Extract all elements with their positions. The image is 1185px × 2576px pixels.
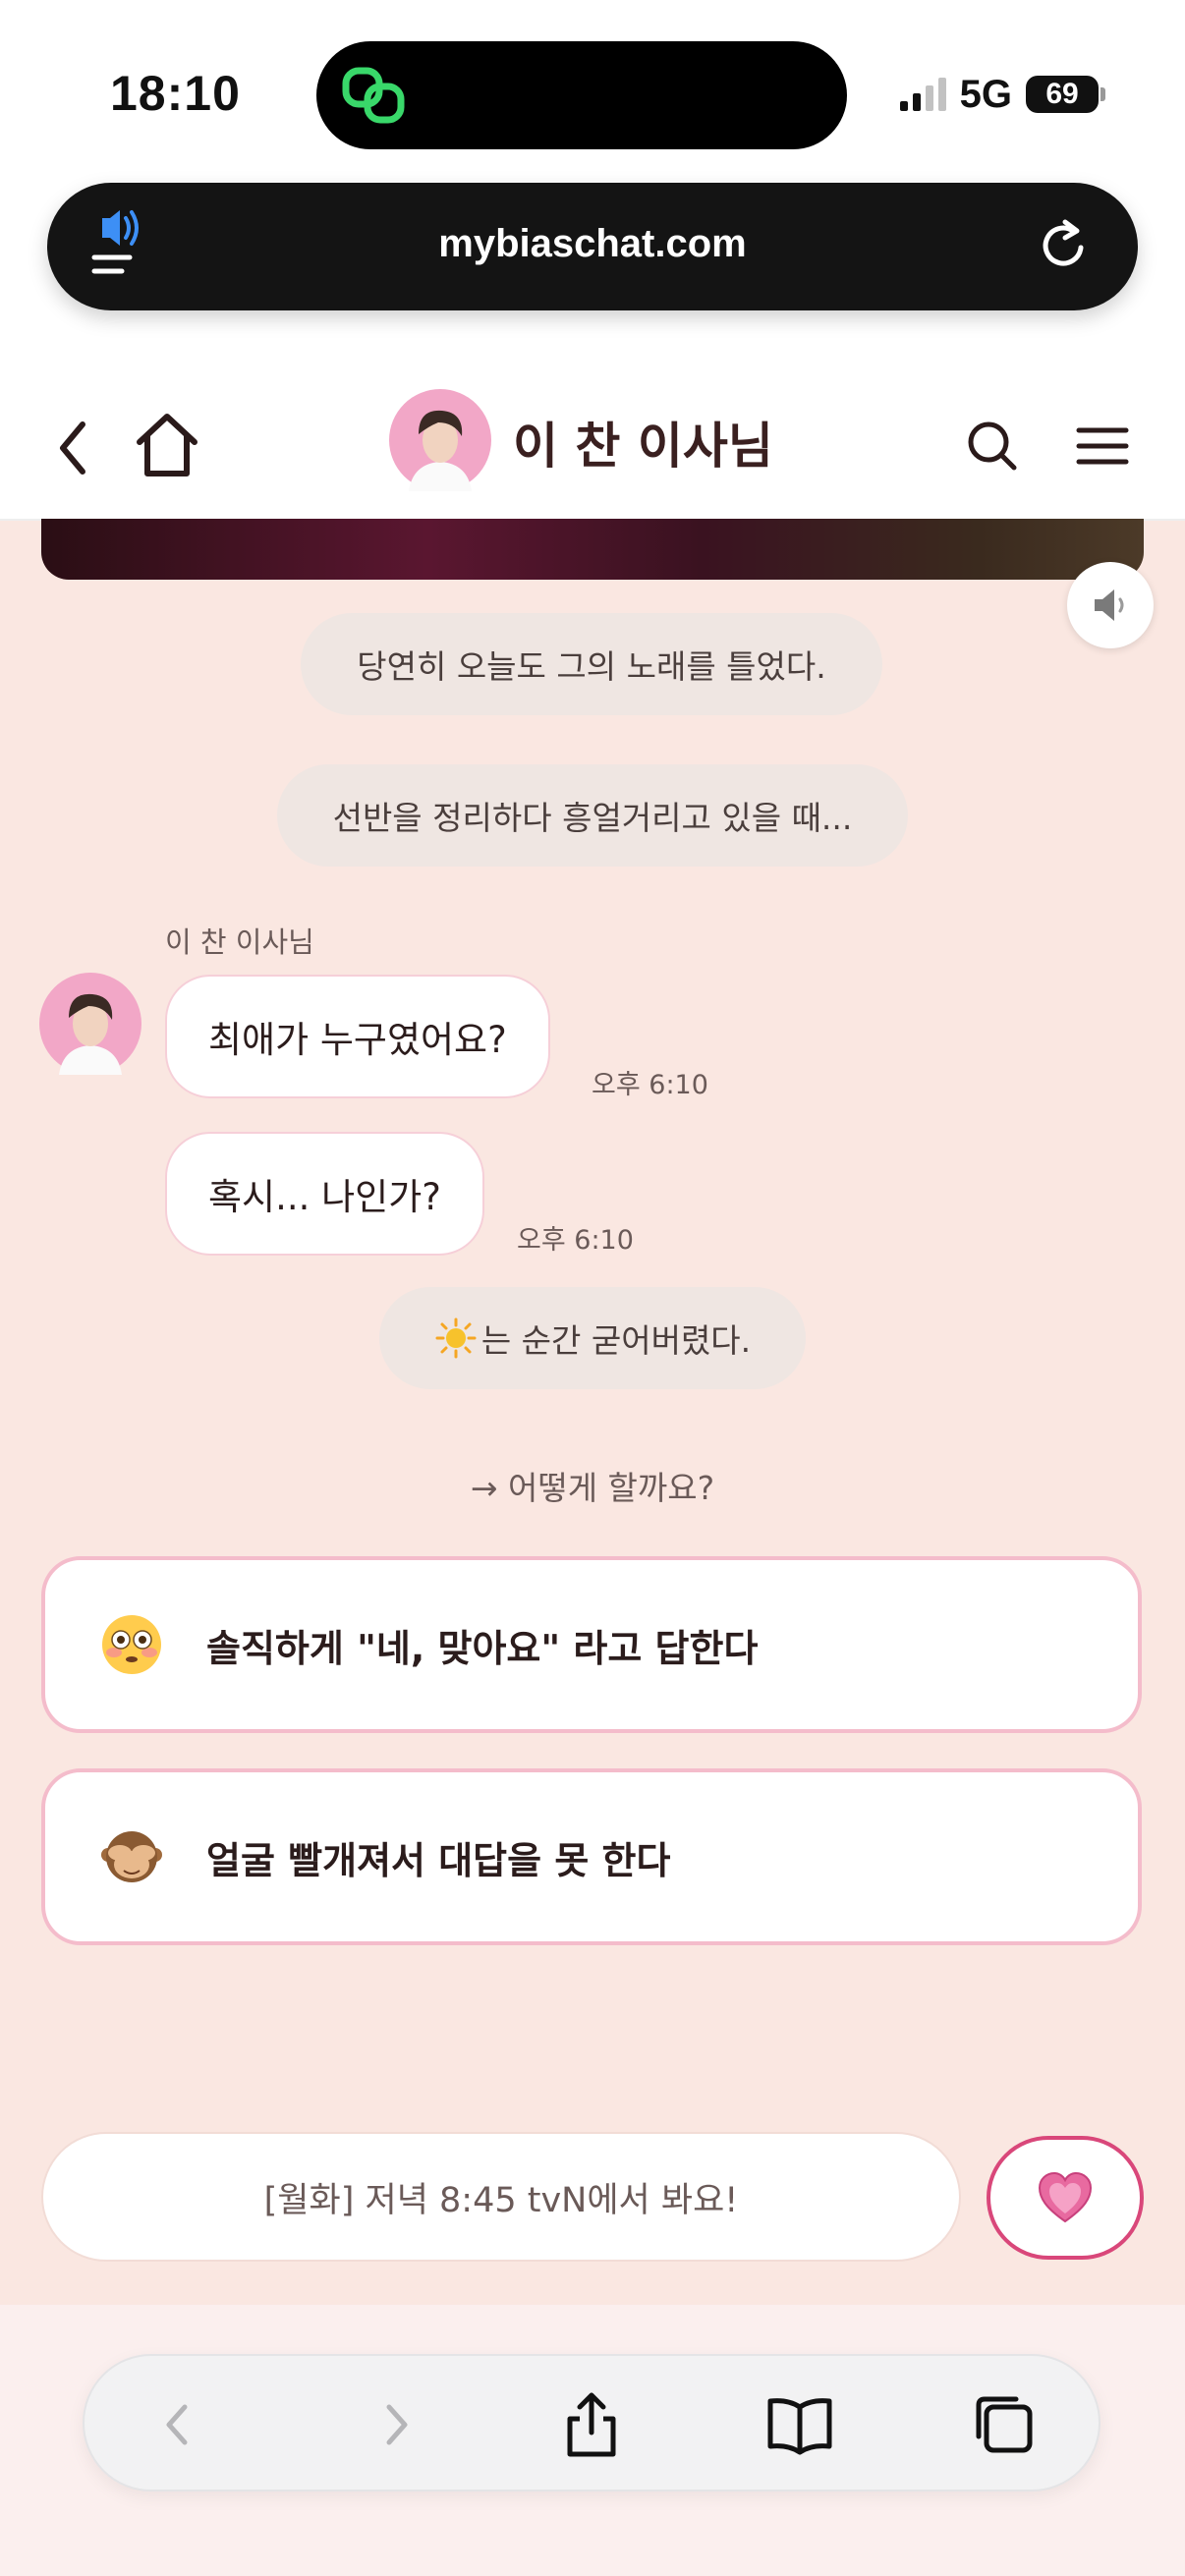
- avatar[interactable]: [389, 389, 491, 491]
- page-title: 이 찬 이사님: [513, 418, 773, 475]
- message-time: 오후 6:10: [592, 1070, 708, 1100]
- bookmarks-icon[interactable]: [762, 2387, 837, 2462]
- status-indicators: 5G 69: [899, 69, 1105, 120]
- sender-avatar[interactable]: [39, 973, 141, 1075]
- app-header: 이 찬 이사님: [0, 373, 1185, 521]
- broadcast-notice-button[interactable]: [월화] 저녁 8:45 tvN에서 봐요!: [41, 2132, 961, 2262]
- menu-icon[interactable]: [1071, 419, 1134, 474]
- browser-forward-icon[interactable]: [358, 2387, 432, 2462]
- heart-button[interactable]: [987, 2136, 1144, 2260]
- message-bubble: 최애가 누구였어요?: [165, 975, 550, 1098]
- media-image: [41, 519, 1144, 580]
- browser-back-icon[interactable]: [141, 2387, 216, 2462]
- search-icon[interactable]: [961, 409, 1022, 481]
- browser-toolbar: [0, 2305, 1185, 2576]
- status-time: 18:10: [110, 66, 241, 121]
- message-time: 오후 6:10: [517, 1225, 634, 1256]
- choice-button-1[interactable]: 솔직하게 "네, 맞아요" 라고 답한다: [41, 1556, 1142, 1733]
- network-label: 5G: [959, 72, 1012, 116]
- sun-icon: [435, 1317, 477, 1359]
- narration-2: 선반을 정리하다 흥얼거리고 있을 때...: [277, 764, 908, 867]
- heart-icon: [1038, 2171, 1093, 2223]
- narration-1: 당연히 오늘도 그의 노래를 틀었다.: [301, 613, 882, 715]
- flushed-face-icon: [102, 1615, 161, 1674]
- url-bar[interactable]: mybiaschat.com: [47, 183, 1138, 310]
- share-icon[interactable]: [554, 2387, 629, 2462]
- prompt-text: → 어떻게 할까요?: [470, 1469, 715, 1507]
- browser-toolbar-pill: [83, 2354, 1100, 2492]
- signal-icon: [899, 78, 946, 111]
- message-bubble: 혹시... 나인가?: [165, 1132, 484, 1256]
- back-icon[interactable]: [49, 409, 98, 487]
- link-app-icon: [342, 67, 405, 124]
- choice-text: 얼굴 빨개져서 대답을 못 한다: [206, 1838, 671, 1882]
- sender-name: 이 찬 이사님: [165, 925, 314, 959]
- url-text[interactable]: mybiaschat.com: [47, 222, 1138, 266]
- tabs-icon[interactable]: [967, 2387, 1042, 2462]
- choice-button-2[interactable]: 얼굴 빨개져서 대답을 못 한다: [41, 1768, 1142, 1945]
- reload-icon[interactable]: [1036, 218, 1091, 273]
- dynamic-island: [316, 41, 847, 149]
- speaker-icon: [1095, 589, 1124, 621]
- battery-icon: 69: [1026, 76, 1105, 113]
- home-icon[interactable]: [134, 409, 200, 481]
- narration-3: 는 순간 굳어버렸다.: [379, 1287, 806, 1389]
- choice-text: 솔직하게 "네, 맞아요" 라고 답한다: [206, 1626, 759, 1670]
- speaker-button[interactable]: [1067, 562, 1154, 648]
- see-no-evil-monkey-icon: [101, 1831, 162, 1882]
